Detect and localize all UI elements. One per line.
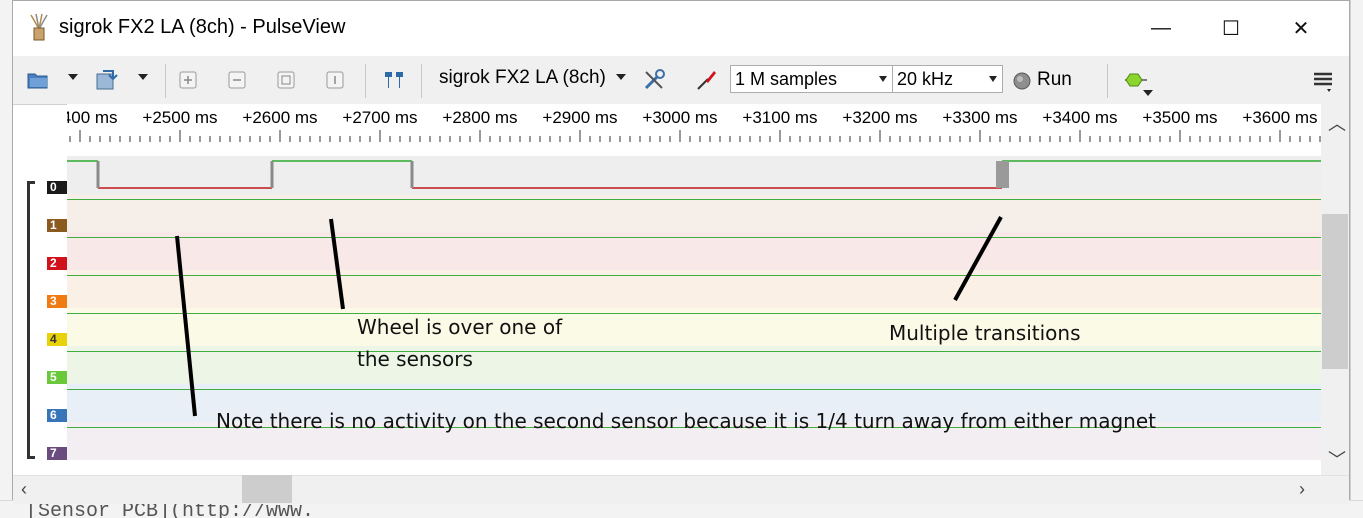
annotation-line-note (175, 235, 197, 417)
horizontal-scrollbar[interactable]: ‹ › (13, 475, 1349, 504)
annotation-wheel-line1: Wheel is over one of (357, 315, 563, 339)
annotation-multiple-transitions: Multiple transitions (889, 321, 1081, 345)
scroll-up-icon[interactable]: ︿ (1328, 110, 1346, 136)
pulseview-window: sigrok FX2 LA (8ch) - PulseView — ☐ ✕ si… (12, 0, 1350, 504)
annotation-line-multiple (953, 216, 1003, 301)
horizontal-scroll-thumb[interactable] (242, 475, 292, 503)
scroll-down-icon[interactable]: ﹀ (1328, 446, 1346, 472)
annotation-wheel-line2: the sensors (357, 347, 473, 371)
background-window-edge-right (1350, 0, 1363, 517)
annotation-line-wheel (329, 218, 345, 310)
vertical-scroll-thumb[interactable] (1322, 214, 1348, 369)
annotation-note: Note there is no activity on the second … (216, 409, 1156, 433)
scroll-right-icon[interactable]: › (1299, 479, 1305, 500)
scroll-left-icon[interactable]: ‹ (21, 479, 27, 500)
background-window-edge (0, 0, 12, 517)
